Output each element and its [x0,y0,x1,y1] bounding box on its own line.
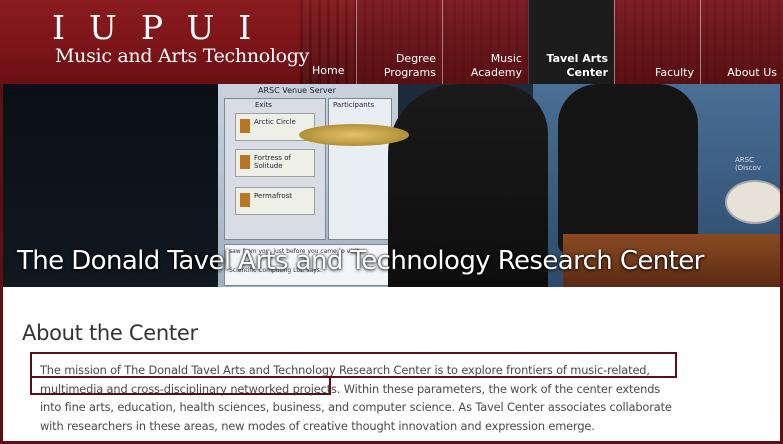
section-title: About the Center [22,321,198,345]
site-header: IUPUI Music and Arts Technology Home Deg… [0,0,783,84]
cymbal [299,124,409,146]
screen-header: ARSC Venue Server [258,86,336,95]
nav-faculty[interactable]: Faculty [614,0,700,84]
drum [725,180,780,224]
screen-participants: Participants [333,101,375,109]
screen-item: Permafrost [235,187,315,215]
performer-silhouette [558,84,698,254]
section-body: The mission of The Donald Tavel Arts and… [40,363,672,433]
screen-item: Fortress of Solitude [235,149,315,177]
nav-music-academy[interactable]: Music Academy [442,0,528,84]
main-content: About the Center The mission of The Dona… [3,287,780,441]
nav-label: Tavel Arts Center [546,52,608,79]
nav-degree-programs[interactable]: Degree Programs [356,0,442,84]
main-nav: Degree Programs Music Academy Tavel Arts… [356,0,783,84]
screen-exits-panel: Exits Arctic Circle Fortress of Solitude… [224,98,326,240]
nav-label: Degree Programs [383,52,436,79]
screen-exits: Exits [255,101,272,109]
hero-title: The Donald Tavel Arts and Technology Res… [17,246,704,276]
nav-label: Faculty [655,66,694,79]
nav-tavel-arts-center[interactable]: Tavel Arts Center [528,0,614,84]
hero-banner: ARSC Venue Server Exits Arctic Circle Fo… [3,84,780,287]
nav-about-us[interactable]: About Us [700,0,783,84]
logo-title: IUPUI [52,8,276,47]
site-logo[interactable]: IUPUI Music and Arts Technology [0,0,330,84]
nav-home[interactable]: Home [312,64,344,77]
nav-label: About Us [727,66,777,79]
screen-right-label: ARSC (Discov [735,156,761,172]
nav-label: Music Academy [470,52,522,79]
logo-subtitle: Music and Arts Technology [55,45,310,67]
screen-participants-panel: Participants [328,98,392,240]
